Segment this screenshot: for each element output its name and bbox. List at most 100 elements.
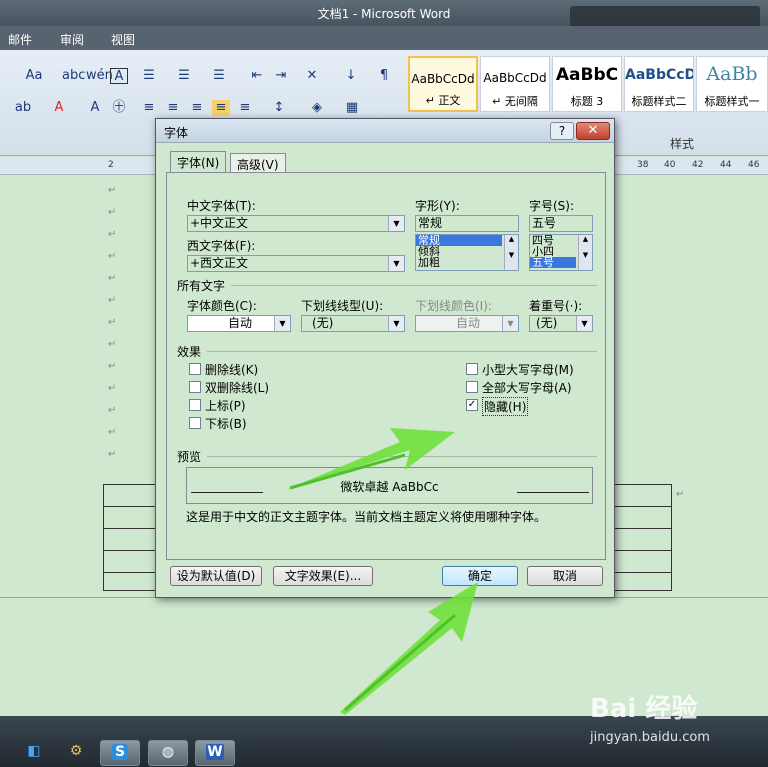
baidu-watermark: Bai 经验 [590,694,698,724]
cancel-button[interactable]: 取消 [527,566,603,586]
distribute-icon[interactable]: ≡ [236,100,254,116]
font-color-icon[interactable]: A [50,100,68,116]
all-caps-checkbox[interactable] [466,381,478,393]
style-heading-3[interactable]: AaBbC 标题 3 [552,56,622,112]
divider [231,285,597,286]
start-app-icon[interactable]: ◧ [14,740,54,766]
text-effects-button[interactable]: 文字效果(E)... [273,566,373,586]
line-spacing-icon[interactable]: ↕ [270,100,288,116]
shading-icon[interactable]: ◈ [308,100,326,116]
strikethrough-checkbox[interactable] [189,363,201,375]
tab-view[interactable]: 视图 [111,31,135,48]
underline-color-select[interactable]: 自动 ▼ [415,315,519,332]
scrollbar[interactable]: ▲ ▼ [578,235,592,270]
chevron-down-icon: ▼ [388,216,404,231]
divider [207,351,597,352]
scrollbar[interactable]: ▲ ▼ [504,235,518,270]
superscript-label: 上标(P) [205,399,246,413]
font-style-label: 字形(Y): [415,199,460,213]
show-marks-icon[interactable]: ¶ [375,68,393,84]
hidden-checkbox[interactable]: ✓ [466,399,478,411]
row-end-mark: ↵ [676,489,685,500]
help-button[interactable]: ? [550,122,574,140]
subscript-checkbox[interactable] [189,417,201,429]
title-bar: 文档1 - Microsoft Word [0,0,768,46]
preview-description: 这是用于中文的正文主题字体。当前文档主题定义将使用哪种字体。 [186,510,547,524]
hidden-label: 隐藏(H) [482,397,529,416]
tab-advanced[interactable]: 高级(V) [230,153,286,173]
increase-indent-icon[interactable]: ⇥ [272,68,290,84]
decrease-indent-icon[interactable]: ⇤ [248,68,266,84]
align-left-icon[interactable]: ≡ [140,100,158,116]
underline-color-label: 下划线颜色(I): [415,299,492,313]
chevron-down-icon: ▼ [388,316,404,331]
font-style-list[interactable]: 常规 倾斜 加粗 ▲ ▼ [415,234,519,271]
word-app-icon[interactable]: W [195,740,235,766]
multilevel-list-icon[interactable]: ☰ [210,68,228,84]
tab-mailings[interactable]: 邮件 [8,31,32,48]
style-title-2[interactable]: AaBbCcD 标题样式二 [624,56,694,112]
numbering-icon[interactable]: ☰ [175,68,193,84]
phonetic-guide-icon[interactable]: abc [62,68,85,84]
list-item[interactable]: 五号 [530,257,576,268]
justify-icon[interactable]: ≡ [212,100,230,116]
small-caps-checkbox[interactable] [466,363,478,375]
tab-review[interactable]: 审阅 [60,31,84,48]
superscript-checkbox[interactable] [189,399,201,411]
align-center-icon[interactable]: ≡ [164,100,182,116]
ruler-tick: 46 [748,160,760,170]
paragraph-mark: ↵ [108,251,117,262]
emphasis-mark-label: 着重号(·): [529,299,583,313]
sogou-app-icon[interactable]: S [100,740,140,766]
dialog-title-bar[interactable]: 字体 ? ✕ [156,119,614,143]
tab-font[interactable]: 字体(N) [170,151,227,173]
double-strikethrough-checkbox[interactable] [189,381,201,393]
preview-label: 预览 [177,450,202,464]
explorer-icon[interactable]: ⚙ [56,740,96,766]
wen-icon[interactable]: wén [86,68,113,84]
western-font-label: 西文字体(F): [187,239,256,253]
list-item[interactable]: 加粗 [416,257,518,268]
font-dialog: 字体 ? ✕ 字体(N) 高级(V) 中文字体(T): +中文正文 ▼ 西文字体… [155,118,615,598]
set-default-button[interactable]: 设为默认值(D) [170,566,262,586]
asian-layout-icon[interactable]: ✕ [303,68,321,84]
ruler-tick: 2 [108,160,114,170]
underline-style-select[interactable]: (无) ▼ [301,315,405,332]
change-case-icon[interactable]: Aa [22,68,46,84]
sort-icon[interactable]: ↓ [342,68,360,84]
style-normal[interactable]: AaBbCcDd ↵ 正文 [408,56,478,112]
bullets-icon[interactable]: ☰ [140,68,158,84]
align-right-icon[interactable]: ≡ [188,100,206,116]
chinese-font-select[interactable]: +中文正文 ▼ [187,215,405,232]
paragraph-mark: ↵ [108,207,117,218]
char-border-icon[interactable]: A [110,68,128,84]
font-color-select[interactable]: 自动 ▼ [187,315,291,332]
font-size-list[interactable]: 四号 小四 五号 ▲ ▼ [529,234,593,271]
close-button[interactable]: ✕ [576,122,610,140]
char-shading-icon[interactable]: A [86,100,104,116]
ruler-tick: 42 [692,160,704,170]
paragraph-mark: ↵ [108,317,117,328]
ruler-tick: 44 [720,160,732,170]
style-title-1[interactable]: AaBb 标题样式一 [696,56,768,112]
dialog-title: 字体 [164,126,189,140]
paragraph-mark: ↵ [108,273,117,284]
effects-label: 效果 [177,345,202,359]
all-text-label: 所有文字 [177,279,226,293]
qq-app-icon[interactable]: ◍ [148,740,188,766]
ribbon-tabs: 邮件 审阅 视图 [0,26,768,50]
style-no-spacing[interactable]: AaBbCcDd ↵ 无间隔 [480,56,550,112]
double-strikethrough-label: 双删除线(L) [205,381,270,395]
paragraph-mark: ↵ [108,361,117,372]
western-font-select[interactable]: +西文正文 ▼ [187,255,405,272]
divider [207,456,597,457]
ok-button[interactable]: 确定 [442,566,518,586]
borders-icon[interactable]: ▦ [343,100,361,116]
font-style-input[interactable]: 常规 [415,215,519,232]
text-highlight-icon[interactable]: ab [14,100,32,116]
enclose-char-icon[interactable]: ㊉ [110,100,128,116]
font-size-input[interactable]: 五号 [529,215,593,232]
emphasis-mark-select[interactable]: (无) ▼ [529,315,593,332]
chinese-font-label: 中文字体(T): [187,199,256,213]
subscript-label: 下标(B) [205,417,247,431]
